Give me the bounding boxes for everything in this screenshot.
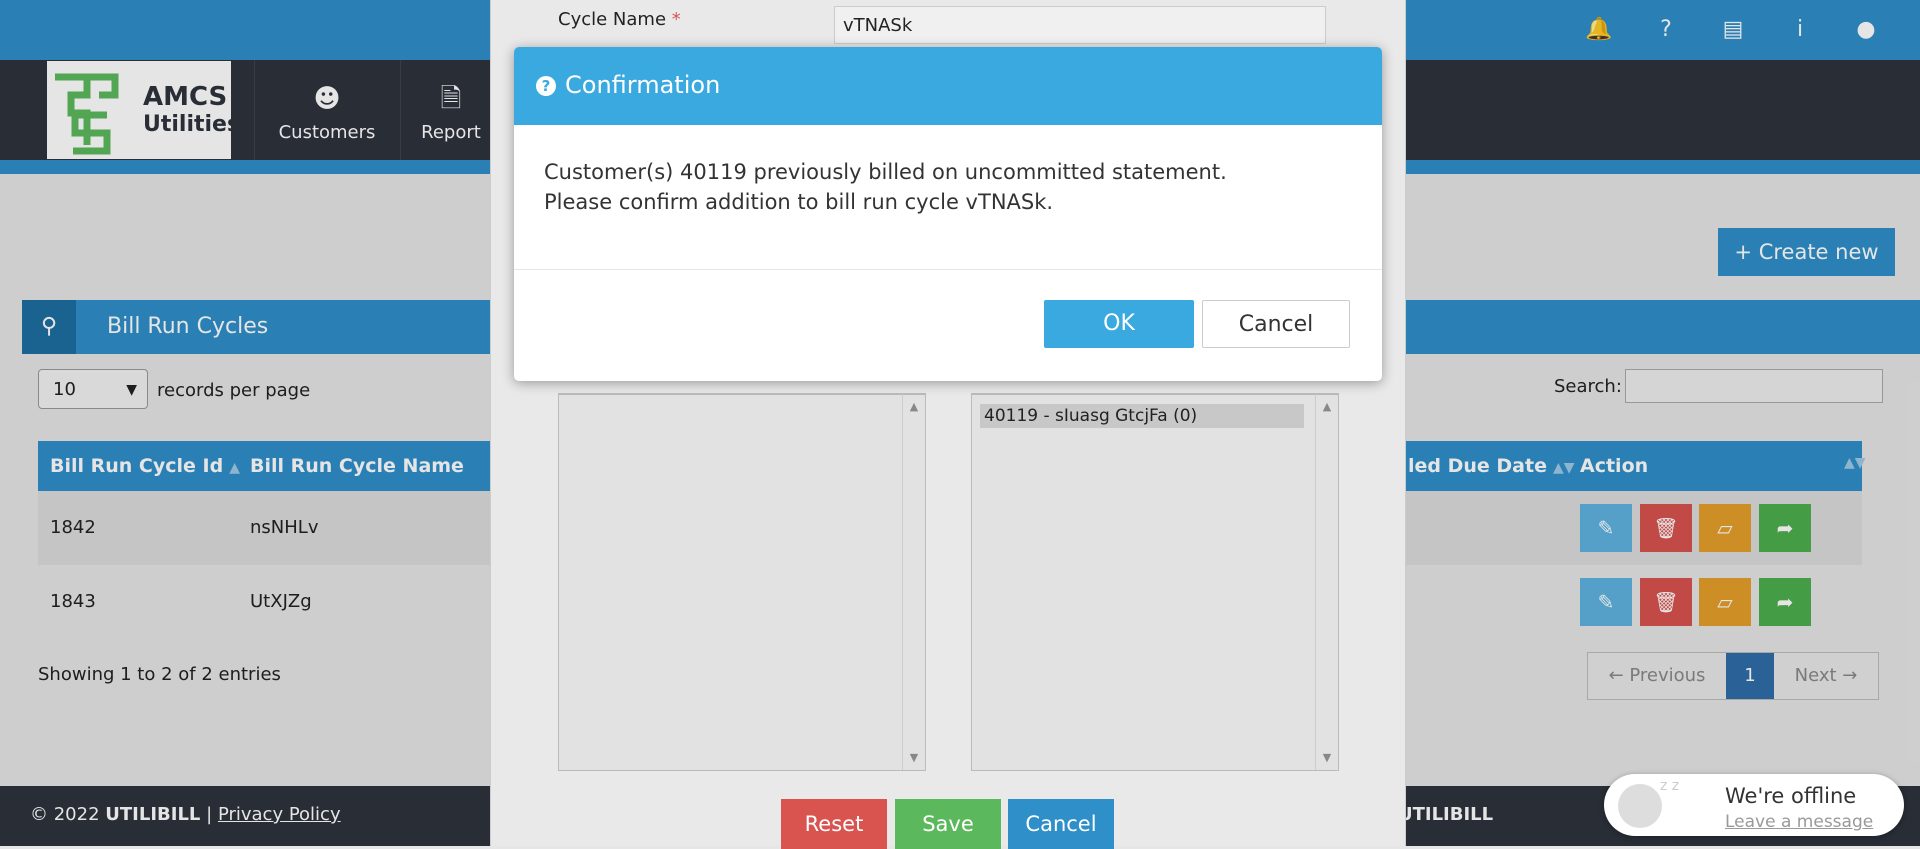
dialog-message-line-1: Customer(s) 40119 previously billed on u… <box>544 160 1227 184</box>
scroll-down-icon: ▼ <box>1322 751 1332 764</box>
dialog-message: Customer(s) 40119 previously billed on u… <box>544 157 1227 217</box>
reset-button[interactable]: Reset <box>781 799 887 849</box>
dialog-title: Confirmation <box>565 71 721 99</box>
save-button[interactable]: Save <box>895 799 1001 849</box>
scroll-up-icon: ▲ <box>909 400 919 413</box>
leave-message-link[interactable]: Leave a message <box>1725 812 1873 832</box>
chat-status: We're offline <box>1725 784 1857 808</box>
confirmation-dialog: ? Confirmation Customer(s) 40119 previou… <box>514 47 1382 381</box>
divider <box>514 269 1382 270</box>
sleeping-avatar-icon <box>1618 784 1662 828</box>
list-item[interactable]: 40119 - sIuasg GtcjFa (0) <box>980 404 1304 428</box>
list-header <box>972 380 1338 395</box>
chat-widget[interactable]: z z We're offline Leave a message <box>1604 774 1904 836</box>
scrollbar[interactable]: ▲ ▼ <box>902 394 925 770</box>
scrollbar[interactable]: ▲ ▼ <box>1315 394 1338 770</box>
dialog-cancel-button[interactable]: Cancel <box>1202 300 1350 348</box>
scroll-down-icon: ▼ <box>909 751 919 764</box>
dialog-header: ? Confirmation <box>514 47 1382 125</box>
scroll-up-icon: ▲ <box>1322 400 1332 413</box>
list-header <box>559 380 925 395</box>
zz-icon: z z <box>1660 778 1680 794</box>
cancel-button[interactable]: Cancel <box>1008 799 1114 849</box>
question-icon: ? <box>536 76 556 96</box>
dialog-message-line-2: Please confirm addition to bill run cycl… <box>544 190 1054 214</box>
ok-button[interactable]: OK <box>1044 300 1194 348</box>
cycle-name-input[interactable]: vTNASk <box>834 6 1326 44</box>
available-customers-list[interactable]: ▲ ▼ <box>558 393 926 771</box>
cycle-name-label-text: Cycle Name <box>558 9 667 30</box>
cycle-name-label: Cycle Name * <box>558 9 681 30</box>
required-mark: * <box>671 9 681 30</box>
selected-customers-list[interactable]: 40119 - sIuasg GtcjFa (0) ▲ ▼ <box>971 393 1339 771</box>
